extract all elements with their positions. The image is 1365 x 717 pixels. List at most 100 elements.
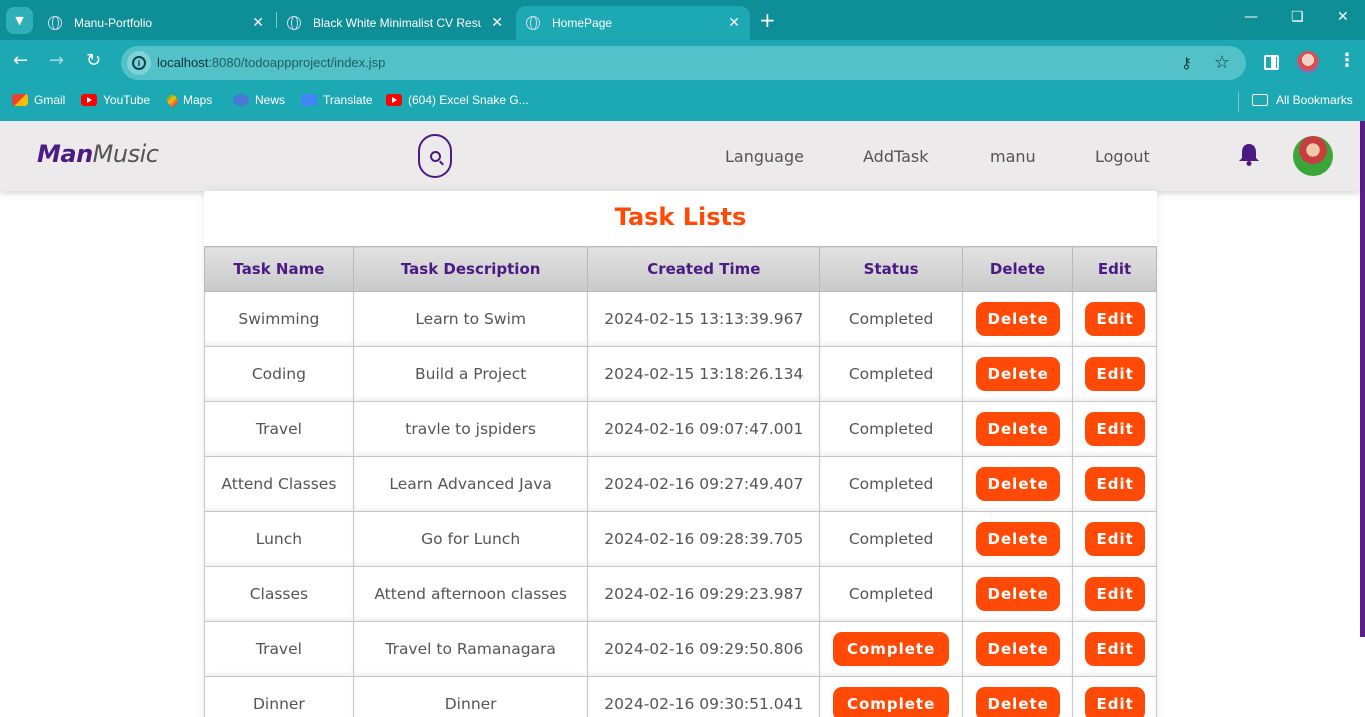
url-text[interactable]: localhost:8080/todoappproject/index.jsp <box>157 55 385 70</box>
brand-logo[interactable]: ManMusic <box>37 140 159 168</box>
scrollbar-thumb[interactable] <box>1360 121 1365 637</box>
maps-icon <box>164 92 180 108</box>
edit-cell: Edit <box>1072 456 1157 512</box>
task-description-cell: travle to jspiders <box>352 401 589 457</box>
translate-icon <box>301 94 317 106</box>
nav-user[interactable]: manu <box>990 147 1036 166</box>
status-cell: Completed <box>819 566 964 622</box>
bookmark-excel-snake[interactable]: (604) Excel Snake G... <box>386 93 529 107</box>
profile-icon[interactable] <box>1297 51 1319 73</box>
bookmark-translate[interactable]: Translate <box>301 93 373 107</box>
table-row: Dinner Dinner 2024-02-16 09:30:51.041 Compl… <box>204 676 1157 717</box>
back-icon[interactable]: ← <box>13 50 28 71</box>
bookmark-youtube[interactable]: YouTube <box>81 93 150 107</box>
bookmark-gmail[interactable]: Gmail <box>12 93 65 107</box>
created-time-cell: 2024-02-16 09:29:50.806 <box>587 621 821 677</box>
edit-button[interactable]: Edit <box>1084 467 1145 501</box>
delete-cell: Delete <box>962 346 1074 402</box>
forward-icon[interactable]: → <box>49 50 64 71</box>
tab-homepage[interactable]: HomePage ✕ <box>516 6 750 40</box>
bookmark-news[interactable]: News <box>233 93 285 107</box>
close-icon[interactable]: ✕ <box>491 14 503 31</box>
new-tab-button[interactable]: + <box>759 8 776 32</box>
window-close-icon[interactable]: ✕ <box>1337 9 1349 25</box>
column-header-task-description: Task Description <box>352 246 589 292</box>
complete-button[interactable]: Complete <box>833 632 950 666</box>
edit-button[interactable]: Edit <box>1084 522 1145 556</box>
menu-icon[interactable]: ⋮ <box>1338 50 1356 71</box>
created-time-cell: 2024-02-16 09:30:51.041 <box>587 676 821 717</box>
address-bar[interactable]: i localhost:8080/todoappproject/index.js… <box>121 46 1246 80</box>
youtube-icon <box>386 94 402 106</box>
edit-button[interactable]: Edit <box>1084 412 1145 446</box>
tab-cv-resume[interactable]: Black White Minimalist CV Resu ✕ <box>277 6 513 40</box>
delete-button[interactable]: Delete <box>975 467 1060 501</box>
bookmarks-divider <box>1238 92 1239 112</box>
edit-cell: Edit <box>1072 676 1157 717</box>
task-description-cell: Dinner <box>352 676 589 717</box>
close-icon[interactable]: ✕ <box>252 14 264 31</box>
status-cell: Completed <box>819 401 964 457</box>
star-icon[interactable]: ☆ <box>1214 52 1230 73</box>
nav-logout[interactable]: Logout <box>1095 147 1150 166</box>
column-header-status: Status <box>819 246 964 292</box>
delete-button[interactable]: Delete <box>975 632 1060 666</box>
status-cell: Completed <box>819 456 964 512</box>
task-description-cell: Attend afternoon classes <box>352 566 589 622</box>
status-cell: Complete <box>819 621 964 677</box>
reload-icon[interactable]: ↻ <box>86 50 101 71</box>
close-icon[interactable]: ✕ <box>728 14 740 31</box>
delete-button[interactable]: Delete <box>975 577 1060 611</box>
avatar[interactable] <box>1293 136 1333 176</box>
edit-cell: Edit <box>1072 566 1157 622</box>
minimize-icon[interactable]: — <box>1244 9 1258 25</box>
edit-button[interactable]: Edit <box>1084 687 1145 717</box>
search-icon <box>429 150 441 162</box>
task-description-cell: Go for Lunch <box>352 511 589 567</box>
column-header-task-name: Task Name <box>204 246 354 292</box>
tab-manu-portfolio[interactable]: Manu-Portfolio ✕ <box>38 6 274 40</box>
edit-button[interactable]: Edit <box>1084 357 1145 391</box>
table-row: Travel Travel to Ramanagara 2024-02-16 09:… <box>204 621 1157 677</box>
delete-button[interactable]: Delete <box>975 522 1060 556</box>
bookmark-maps[interactable]: Maps <box>164 92 212 108</box>
news-icon <box>233 94 249 106</box>
restore-icon[interactable]: ❏ <box>1291 9 1304 25</box>
globe-icon <box>48 16 62 30</box>
table-row: Coding Build a Project 2024-02-15 13:18:26… <box>204 346 1157 402</box>
delete-button[interactable]: Delete <box>975 412 1060 446</box>
gmail-icon <box>12 94 28 106</box>
tab-strip: ▼ Manu-Portfolio ✕ Black White Minimalis… <box>0 0 1365 40</box>
status-cell: Completed <box>819 346 964 402</box>
edit-cell: Edit <box>1072 401 1157 457</box>
task-name-cell: Dinner <box>204 676 354 717</box>
table-header-row: Task Name Task Description Created Time … <box>204 246 1157 292</box>
edit-button[interactable]: Edit <box>1084 632 1145 666</box>
key-icon[interactable]: ⚷ <box>1181 54 1192 72</box>
search-button[interactable] <box>418 134 452 178</box>
delete-button[interactable]: Delete <box>975 302 1060 336</box>
youtube-icon <box>81 94 97 106</box>
delete-button[interactable]: Delete <box>975 687 1060 717</box>
tab-search-button[interactable]: ▼ <box>6 7 33 34</box>
complete-button[interactable]: Complete <box>833 687 950 717</box>
task-table: Task Name Task Description Created Time … <box>204 246 1157 717</box>
task-description-cell: Travel to Ramanagara <box>352 621 589 677</box>
tab-title: HomePage <box>552 16 613 30</box>
delete-cell: Delete <box>962 566 1074 622</box>
edit-cell: Edit <box>1072 291 1157 347</box>
delete-button[interactable]: Delete <box>975 357 1060 391</box>
delete-cell: Delete <box>962 291 1074 347</box>
site-info-icon[interactable]: i <box>127 51 151 75</box>
task-name-cell: Travel <box>204 401 354 457</box>
nav-addtask[interactable]: AddTask <box>863 147 929 166</box>
edit-cell: Edit <box>1072 621 1157 677</box>
edit-button[interactable]: Edit <box>1084 577 1145 611</box>
side-panel-icon[interactable] <box>1264 55 1279 70</box>
task-description-cell: Learn Advanced Java <box>352 456 589 512</box>
edit-button[interactable]: Edit <box>1084 302 1145 336</box>
task-name-cell: Attend Classes <box>204 456 354 512</box>
nav-language[interactable]: Language <box>725 147 804 166</box>
bell-icon[interactable] <box>1238 142 1260 166</box>
all-bookmarks[interactable]: All Bookmarks <box>1252 93 1353 107</box>
